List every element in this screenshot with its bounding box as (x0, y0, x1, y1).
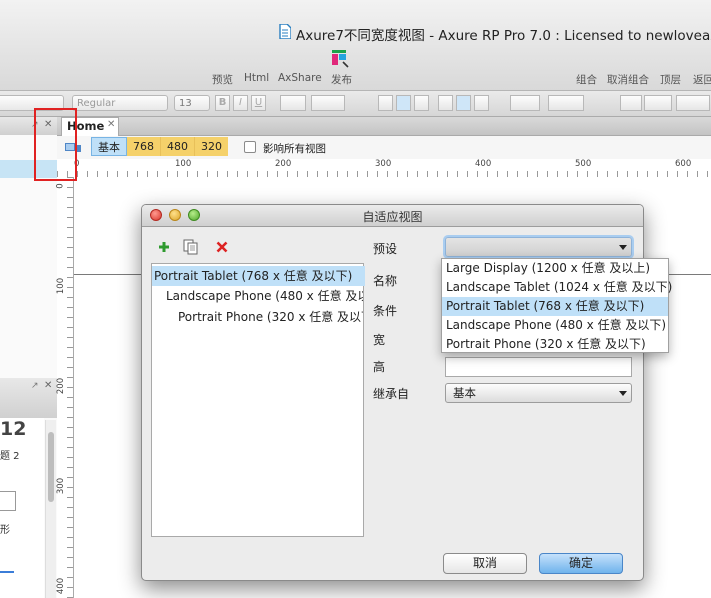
ruler-h-100: 100 (175, 159, 192, 169)
ruler-v-400: 400 (56, 577, 67, 595)
fill-color-button[interactable] (510, 95, 540, 111)
align-right-icon[interactable] (414, 95, 429, 111)
left-panel-text-2: 形 (0, 525, 10, 536)
ruler-v-300: 300 (56, 477, 67, 495)
inherit-select-value: 基本 (453, 386, 476, 400)
preset-select[interactable] (445, 237, 632, 257)
preset-option-landscape-tablet[interactable]: Landscape Tablet (1024 x 任意 及以下) (442, 278, 672, 297)
width-label: 宽 (373, 333, 386, 347)
add-view-icon[interactable] (158, 241, 170, 253)
inherit-select[interactable]: 基本 (445, 383, 632, 403)
left-panel-slider[interactable] (0, 571, 14, 573)
valign-middle-icon[interactable] (456, 95, 471, 111)
ruler-v-200: 200 (56, 377, 67, 395)
left-panel-text: 题 2 (0, 451, 20, 462)
preset-label: 预设 (373, 242, 398, 256)
ok-button[interactable]: 确定 (539, 553, 623, 574)
tab-strip (57, 117, 711, 136)
view-tab-base[interactable]: 基本 (91, 137, 127, 156)
toolbar-ungroup[interactable]: 取消组合 (607, 72, 649, 87)
app-title: Axure7不同宽度视图 - Axure RP Pro 7.0 : Licens… (296, 28, 711, 44)
valign-bottom-icon[interactable] (474, 95, 489, 111)
toolbar-back[interactable]: 返回 (693, 72, 711, 87)
ruler-v-ticks (67, 177, 73, 598)
panel2-expand-icon[interactable]: ↗ (31, 381, 39, 391)
preset-option-large-display[interactable]: Large Display (1200 x 任意 及以上) (442, 259, 668, 278)
text-color-button[interactable] (280, 95, 306, 111)
preset-option-portrait-phone[interactable]: Portrait Phone (320 x 任意 及以下) (442, 335, 668, 354)
line-style-button[interactable] (676, 95, 710, 111)
view-tab-480[interactable]: 480 (160, 137, 194, 156)
view-list-item-portrait-tablet[interactable]: Portrait Tablet (768 x 任意 及以下) (152, 266, 365, 286)
ruler-h-200: 200 (275, 159, 292, 169)
font-size-select[interactable]: 13 (174, 95, 210, 111)
affect-all-views-checkbox[interactable] (244, 141, 256, 153)
duplicate-view-icon[interactable] (183, 239, 199, 255)
horizontal-ruler: 0 100 200 300 400 500 600 (57, 159, 711, 178)
left-panel-input[interactable] (0, 491, 16, 511)
view-list-item-portrait-phone[interactable]: Portrait Phone (320 x 任意 及以下) (178, 307, 363, 327)
align-left-icon[interactable] (378, 95, 393, 111)
preset-dropdown-menu: Large Display (1200 x 任意 及以上) Landscape … (441, 258, 672, 354)
toolbar-axshare[interactable]: AxShare (278, 72, 322, 84)
dialog-titlebar: 自适应视图 (142, 205, 643, 227)
vertical-ruler: 0 100 200 300 400 (55, 177, 74, 598)
toolbar-publish[interactable]: 发布 (331, 72, 352, 87)
font-style-select[interactable]: Regular (72, 95, 168, 111)
view-list-item-landscape-phone[interactable]: Landscape Phone (480 x 任意 及以下) (166, 286, 363, 306)
ruler-h-600: 600 (675, 159, 692, 169)
view-tab-768[interactable]: 768 (127, 137, 160, 156)
document-icon (279, 24, 291, 39)
valign-top-icon[interactable] (438, 95, 453, 111)
inherit-label: 继承自 (373, 387, 410, 401)
cancel-button[interactable]: 取消 (443, 553, 527, 574)
ruler-v-100: 100 (56, 277, 67, 295)
affect-all-views-label: 影响所有视图 (263, 143, 326, 155)
toolbar-group[interactable]: 组合 (576, 72, 597, 87)
underline-button[interactable]: U (251, 95, 266, 111)
ruler-v-0: 0 (55, 183, 66, 189)
height-label: 高 (373, 360, 386, 374)
left-panel-scrollbar[interactable] (45, 420, 56, 598)
annotation-highlight (34, 108, 77, 181)
toolbar-preview[interactable]: 预览 (212, 72, 233, 87)
window-titlebar (0, 0, 711, 91)
name-label: 名称 (373, 274, 398, 288)
toolbar-html[interactable]: Html (244, 72, 269, 84)
italic-button[interactable]: I (233, 95, 248, 111)
align-center-icon[interactable] (396, 95, 411, 111)
line-color-button[interactable] (620, 95, 642, 111)
condition-label: 条件 (373, 304, 398, 318)
line-width-button[interactable] (644, 95, 672, 111)
preset-option-landscape-phone[interactable]: Landscape Phone (480 x 任意 及以下) (442, 316, 668, 335)
bold-button[interactable]: B (215, 95, 230, 111)
preset-option-portrait-tablet[interactable]: Portrait Tablet (768 x 任意 及以下) (442, 297, 668, 316)
tab-close-icon[interactable]: ✕ (107, 119, 115, 130)
shadow-button[interactable] (548, 95, 584, 111)
ruler-h-300: 300 (375, 159, 392, 169)
dialog-title: 自适应视图 (362, 210, 423, 224)
format-toolbar: Regular 13 B I U (0, 91, 711, 117)
delete-view-icon[interactable] (216, 241, 228, 253)
toolbar-bring-front[interactable]: 顶层 (660, 72, 681, 87)
height-field[interactable] (445, 357, 632, 377)
view-tab-320[interactable]: 320 (194, 137, 228, 156)
left-panel-number: 12 (0, 418, 27, 440)
ruler-h-500: 500 (575, 159, 592, 169)
view-list[interactable]: Portrait Tablet (768 x 任意 及以下) Landscape… (151, 263, 365, 537)
panel2-close-icon[interactable]: ✕ (44, 380, 52, 391)
ruler-h-400: 400 (475, 159, 492, 169)
publish-icon[interactable] (331, 50, 349, 68)
bullet-button[interactable] (311, 95, 345, 111)
